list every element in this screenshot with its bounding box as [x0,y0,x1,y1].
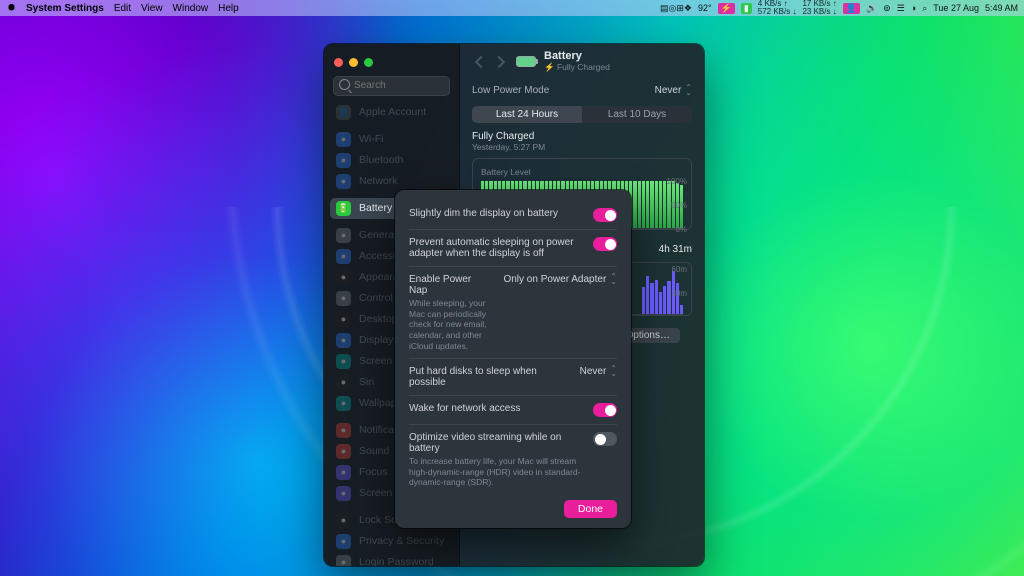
sidebar-icon: ● [336,228,351,243]
wake-network-label: Wake for network access [409,403,520,414]
istat-cluster-icon[interactable]: ▤◎⊞❖ [660,3,692,14]
net-stats-2[interactable]: 17 KB/s ↑23 KB/s ↓ [802,0,836,16]
sidebar-icon: ● [336,375,351,390]
sidebar-item-bluetooth[interactable]: ● Bluetooth [330,150,453,171]
done-button[interactable]: Done [564,500,617,518]
sidebar-item-label: Privacy & Security [359,535,444,547]
temperature-indicator[interactable]: 92° [698,3,712,13]
sidebar-icon: ● [336,132,351,147]
menu-view[interactable]: View [141,3,163,14]
hdr-streaming-label: Optimize video streaming while on batter… [409,432,581,454]
recording-indicator-icon[interactable]: 👤 [843,3,860,14]
sidebar-icon: ● [336,174,351,189]
clock-time[interactable]: 5:49 AM [985,3,1018,13]
close-button[interactable] [334,58,343,67]
wake-network-toggle[interactable] [593,403,617,417]
hdr-streaming-toggle[interactable] [593,432,617,446]
menu-window[interactable]: Window [173,3,209,14]
zoom-button[interactable] [364,58,373,67]
sidebar-item-label: Sound [359,445,389,457]
nav-back-icon[interactable] [472,55,486,69]
siri-icon[interactable]: ◑ [911,3,916,13]
sidebar-item-login-password[interactable]: ● Login Password [330,552,453,567]
battery-level-chart-label: Battery Level [481,167,683,177]
dim-display-label: Slightly dim the display on battery [409,208,558,219]
net-stats-1[interactable]: 4 KB/s ↑572 KB/s ↓ [758,0,797,16]
dim-display-toggle[interactable] [593,208,617,222]
sidebar-icon: ● [336,486,351,501]
sidebar-icon: ● [336,354,351,369]
hdr-streaming-sub: To increase battery life, your Mac will … [409,456,581,488]
sidebar-icon: ● [336,291,351,306]
clock-date[interactable]: Tue 27 Aug [933,3,979,13]
low-power-mode-select[interactable]: Never⌃⌄ [655,85,692,96]
prevent-sleep-toggle[interactable] [593,237,617,251]
sidebar-item-wi-fi[interactable]: ● Wi-Fi [330,129,453,150]
ytick: 30m [671,289,687,298]
hdd-sleep-label: Put hard disks to sleep when possible [409,366,568,388]
sidebar-icon: ● [336,312,351,327]
sidebar-icon: ● [336,444,351,459]
ytick: 60m [671,265,687,274]
sidebar-item-label: General [359,229,396,241]
sidebar-icon: ● [336,423,351,438]
sidebar-item-account[interactable]: 👤Apple Account [330,102,453,123]
power-nap-label: Enable Power Nap [409,274,491,296]
wifi-icon[interactable]: ⊚ [883,3,891,14]
sidebar-item-label: Wi-Fi [359,133,384,145]
search-icon [339,79,350,90]
timeframe-segment: Last 24 Hours Last 10 Days [472,106,692,123]
charge-status-sub: Yesterday, 5:27 PM [472,142,692,152]
power-nap-select[interactable]: Only on Power Adapter⌃⌄ [503,274,617,285]
sidebar-icon: ● [336,396,351,411]
sidebar-icon: ● [336,513,351,528]
charge-status-title: Fully Charged [472,131,692,142]
sidebar-item-label: Focus [359,466,388,478]
sidebar-icon: ● [336,153,351,168]
menu-edit[interactable]: Edit [114,3,131,14]
minimize-button[interactable] [349,58,358,67]
tab-last-10-days[interactable]: Last 10 Days [582,106,692,123]
sidebar-search [333,75,450,96]
hdd-sleep-select[interactable]: Never⌃⌄ [580,366,617,377]
menubar-right: ▤◎⊞❖ 92° ⚡ ▮ 4 KB/s ↑572 KB/s ↓ 17 KB/s … [660,0,1018,16]
activity-menuextra-icon[interactable]: ▮ [741,3,752,14]
menu-help[interactable]: Help [218,3,239,14]
sidebar-icon: ● [336,555,351,567]
app-menu[interactable]: System Settings [26,3,104,14]
ytick: 0% [675,225,687,234]
sidebar-icon: ● [336,465,351,480]
sidebar-item-label: Bluetooth [359,154,403,166]
window-controls [330,50,453,71]
sidebar-item-privacy-security[interactable]: ● Privacy & Security [330,531,453,552]
sidebar-item-label: Displays [359,334,399,346]
ytick: 100% [667,177,687,186]
sidebar-icon: ● [336,534,351,549]
control-center-icon[interactable]: ☰ [897,3,905,14]
tab-last-24-hours[interactable]: Last 24 Hours [472,106,582,123]
sidebar-item-label: Siri [359,376,374,388]
page-title: Battery [544,50,610,62]
screen-on-total: 4h 31m [659,244,692,255]
battery-menuextra-icon[interactable]: ⚡ [718,3,735,14]
nav-forward-icon[interactable] [494,55,508,69]
apple-menu-icon[interactable] [6,3,17,14]
ytick: 50% [671,201,687,210]
page-subtitle: ⚡ Fully Charged [544,62,610,73]
battery-options-sheet: Slightly dim the display on battery Prev… [395,190,631,528]
power-nap-sub: While sleeping, your Mac can periodicall… [409,298,491,351]
sidebar-item-network[interactable]: ● Network [330,171,453,192]
volume-icon[interactable]: 🔊 [866,3,877,14]
sidebar-icon: ● [336,249,351,264]
sidebar-item-label: Network [359,175,398,187]
menubar: System Settings Edit View Window Help ▤◎… [0,0,1024,16]
sidebar-icon: ● [336,270,351,285]
prevent-sleep-label: Prevent automatic sleeping on power adap… [409,237,581,259]
sidebar-item-label: Login Password [359,556,434,566]
sidebar-icon: ● [336,333,351,348]
low-power-mode-label: Low Power Mode [472,85,549,96]
battery-header-icon [516,56,536,67]
spotlight-icon[interactable]: ⌕ [922,3,927,14]
